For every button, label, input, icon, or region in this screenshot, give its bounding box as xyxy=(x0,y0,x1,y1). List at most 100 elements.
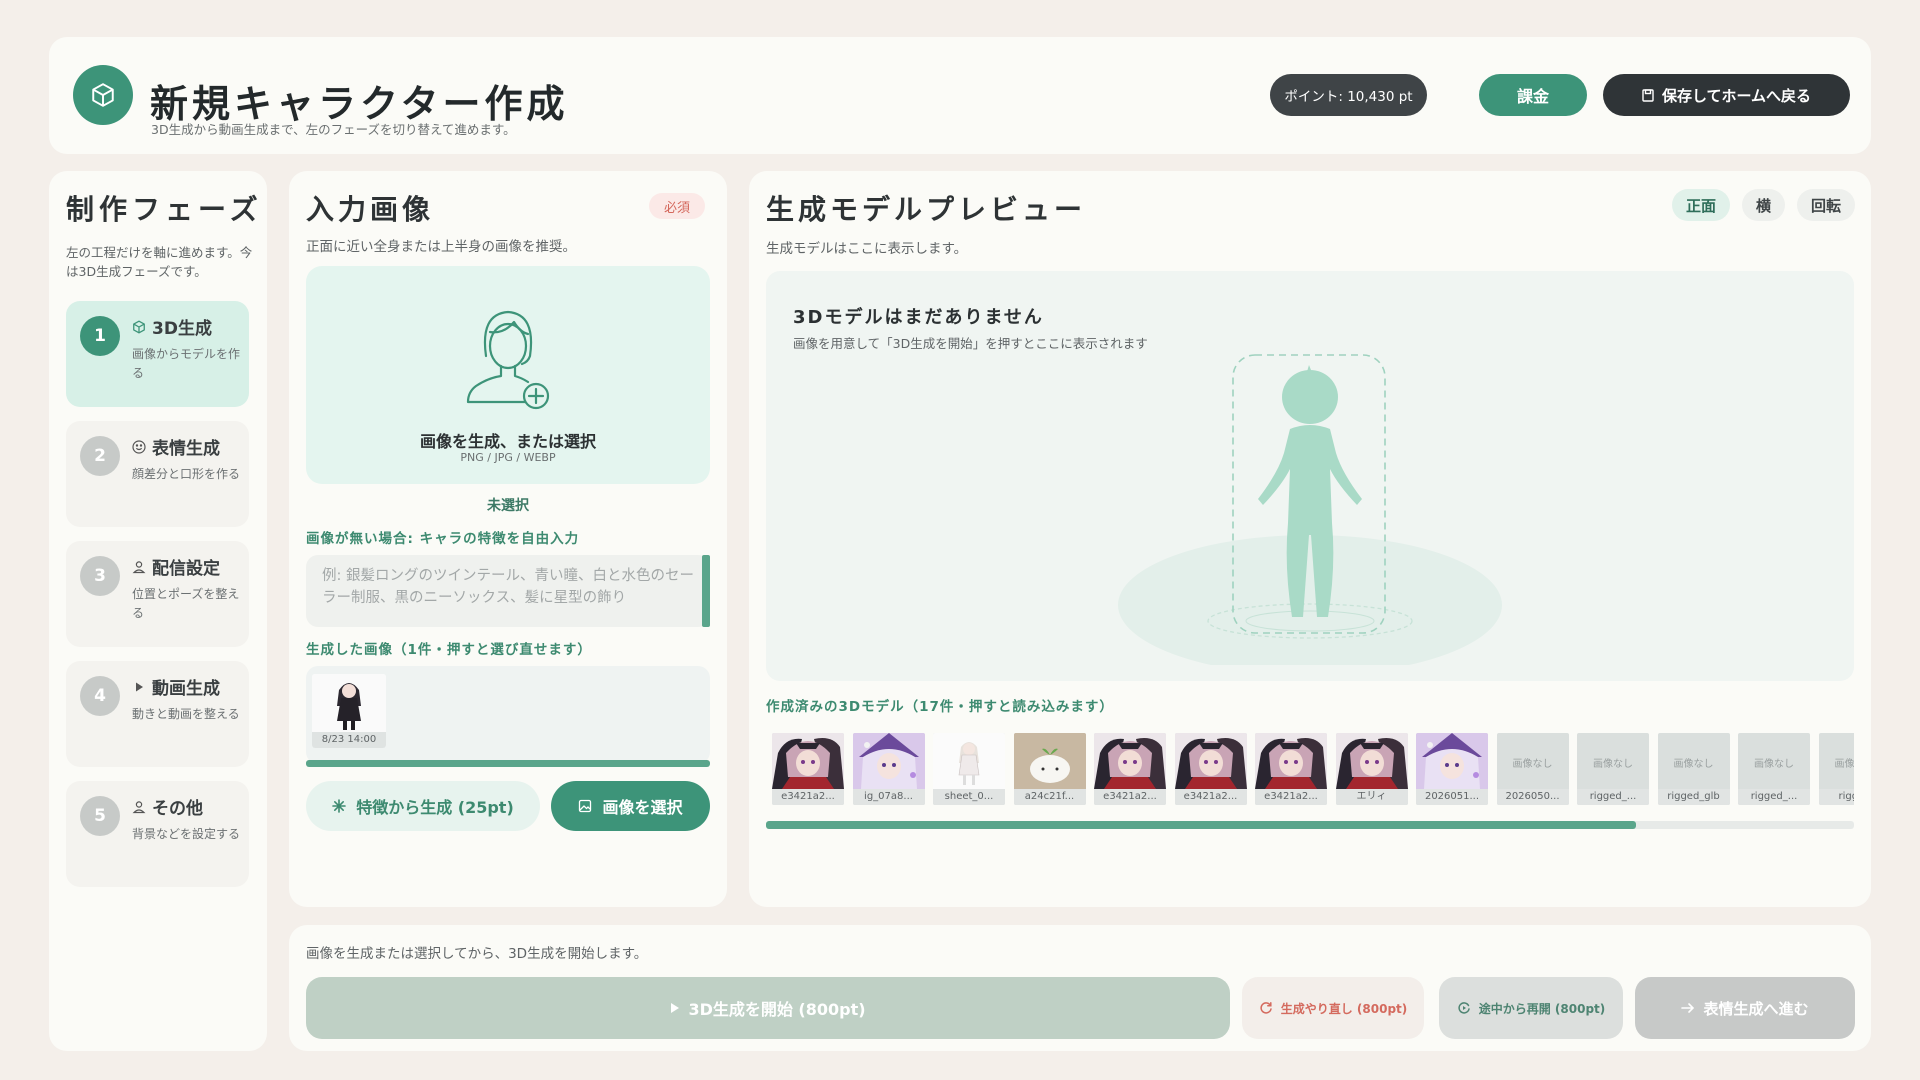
resume-label: 途中から再開 (800pt) xyxy=(1478,1001,1606,1016)
saved-model-thumb[interactable]: e3421a2... xyxy=(772,733,844,805)
phase-name-row: 動画生成 xyxy=(132,674,220,699)
panel-description: 生成モデルはここに表示します。 xyxy=(766,241,968,257)
generated-images-label: 生成した画像（1件・押すと選び直せます） xyxy=(306,642,592,658)
cube-icon xyxy=(73,65,133,125)
points-label: ポイント: 10,430 pt xyxy=(1284,89,1413,105)
saved-model-thumb[interactable]: 2026051... xyxy=(1416,733,1488,805)
phase-description: 画像からモデルを作る xyxy=(132,347,241,380)
model-caption: rigged_... xyxy=(1577,789,1649,805)
model-caption: 2026050... xyxy=(1496,789,1569,805)
refresh-icon xyxy=(1259,1001,1273,1015)
play-icon xyxy=(670,1002,680,1014)
model-caption: ig_07a8... xyxy=(852,789,925,805)
phase-name: 3D生成 xyxy=(152,319,212,339)
phase-name-row: 3D生成 xyxy=(132,314,212,339)
phase-item-stream-settings[interactable]: 3 配信設定 位置とポーズを整える xyxy=(66,541,249,647)
model-caption: sheet_0... xyxy=(933,789,1005,805)
charge-button[interactable]: 課金 xyxy=(1479,74,1587,116)
resume-icon xyxy=(1457,1001,1471,1015)
phase-description: 顔差分と口形を作る xyxy=(132,467,241,481)
model-caption: rigged_glb xyxy=(1657,789,1730,805)
resume-button[interactable]: 途中から再開 (800pt) xyxy=(1439,977,1623,1039)
points-badge: ポイント: 10,430 pt xyxy=(1270,74,1427,116)
saved-model-thumb[interactable]: e3421a2... xyxy=(1094,733,1166,805)
models-scroll-track[interactable] xyxy=(766,821,1854,829)
generate-from-features-button[interactable]: 特徴から生成 (25pt) xyxy=(306,781,540,831)
regenerate-label: 生成やり直し (800pt) xyxy=(1280,1001,1408,1016)
saved-model-thumb[interactable]: 画像なし rigged_... xyxy=(1577,733,1649,805)
model-caption: rigged xyxy=(1818,789,1854,805)
phase-name: その他 xyxy=(152,799,203,819)
phase-name-row: 表情生成 xyxy=(132,434,220,459)
save-home-label: 保存してホームへ戻る xyxy=(1661,86,1812,105)
saved-model-thumb[interactable]: 画像なし 2026050... xyxy=(1496,733,1569,805)
charge-label: 課金 xyxy=(1516,87,1549,106)
saved-model-thumb[interactable]: sheet_0... xyxy=(933,733,1005,805)
no-image-label: 画像なし xyxy=(1593,759,1633,770)
save-and-home-button[interactable]: 保存してホームへ戻る xyxy=(1603,74,1850,116)
action-footer: 画像を生成または選択してから、3D生成を開始します。 3D生成を開始 (800p… xyxy=(289,925,1871,1051)
models-scroll-thumb[interactable] xyxy=(766,821,1637,829)
drop-label: 画像を生成、または選択 xyxy=(419,432,596,451)
feature-placeholder: 例: 銀髪ロングのツインテール、青い瞳、白と水色のセーラー制服、黒のニーソックス… xyxy=(322,568,694,606)
panel-description: 正面に近い全身または上半身の画像を推奨。 xyxy=(306,239,576,255)
panel-title: 生成モデルプレビュー xyxy=(766,193,1087,226)
phase-item-video[interactable]: 4 動画生成 動きと動画を整える xyxy=(66,661,249,767)
saved-model-thumb[interactable]: 画像なし rigged_glb xyxy=(1657,733,1730,805)
cube-icon xyxy=(132,320,146,334)
phase-item-3d[interactable]: 1 3D生成 画像からモデルを作る xyxy=(66,301,249,407)
phase-number: 4 xyxy=(80,676,120,716)
drop-formats: PNG / JPG / WEBP xyxy=(460,451,556,464)
generated-image-thumb[interactable]: 8/23 14:00 xyxy=(312,674,386,748)
tab-rotate[interactable]: 回転 xyxy=(1796,189,1855,221)
next-expression-label: 表情生成へ進む xyxy=(1703,999,1809,1018)
next-expression-button[interactable]: 表情生成へ進む xyxy=(1635,977,1855,1039)
feature-textarea[interactable]: 例: 銀髪ロングのツインテール、青い瞳、白と水色のセーラー制服、黒のニーソックス… xyxy=(306,555,710,627)
selection-status: 未選択 xyxy=(487,498,529,514)
placeholder-figure xyxy=(1118,354,1502,665)
tab-side[interactable]: 横 xyxy=(1741,189,1785,221)
start-3d-button[interactable]: 3D生成を開始 (800pt) xyxy=(306,977,1230,1039)
tab-front[interactable]: 正面 xyxy=(1671,189,1730,221)
phase-number: 1 xyxy=(80,316,120,356)
add-person-icon xyxy=(458,304,558,414)
saved-model-thumb[interactable]: ig_07a8... xyxy=(852,733,925,805)
model-caption: 2026051... xyxy=(1416,789,1488,805)
phase-name-row: 配信設定 xyxy=(132,554,220,579)
phase-name: 表情生成 xyxy=(152,439,220,459)
no-image-label: 画像なし xyxy=(1512,759,1553,770)
no-image-label: 画像なし xyxy=(1834,759,1855,770)
saved-model-thumb[interactable]: 画像なし rigged xyxy=(1818,733,1855,805)
generated-strip-scrollbar[interactable] xyxy=(306,760,710,767)
model-caption: e3421a2... xyxy=(772,789,844,805)
saved-model-thumb[interactable]: e3421a2... xyxy=(1174,733,1247,805)
phase-name-row: その他 xyxy=(132,794,203,819)
model-preview-stage[interactable]: 3Dモデルはまだありません 画像を用意して「3D生成を開始」を押すとここに表示さ… xyxy=(766,271,1854,681)
saved-model-thumb[interactable]: e3421a2... xyxy=(1255,733,1327,805)
arrow-right-icon xyxy=(1681,1002,1695,1014)
app-header: 新規キャラクター作成 3D生成から動画生成まで、左のフェーズを切り替えて進めます… xyxy=(49,37,1871,154)
no-image-label: 画像なし xyxy=(1673,759,1714,770)
save-icon xyxy=(1642,88,1654,102)
phase-description: 動きと動画を整える xyxy=(132,707,240,721)
model-caption: e3421a2... xyxy=(1094,789,1166,805)
panel-title: 入力画像 xyxy=(306,193,435,226)
saved-model-thumb[interactable]: エリィ xyxy=(1335,733,1408,805)
phase-item-expression[interactable]: 2 表情生成 顔差分と口形を作る xyxy=(66,421,249,527)
textarea-scrollbar[interactable] xyxy=(702,555,710,627)
empty-state-title: 3Dモデルはまだありません xyxy=(793,307,1044,328)
phase-item-other[interactable]: 5 その他 背景などを設定する xyxy=(66,781,249,887)
select-image-button[interactable]: 画像を選択 xyxy=(551,781,710,831)
phase-description: 位置とポーズを整える xyxy=(132,587,240,620)
page-subtitle: 3D生成から動画生成まで、左のフェーズを切り替えて進めます。 xyxy=(151,122,516,137)
image-drop-zone[interactable]: 画像を生成、または選択 PNG / JPG / WEBP xyxy=(306,266,710,484)
regenerate-button[interactable]: 生成やり直し (800pt) xyxy=(1242,977,1424,1039)
thumb-caption: 8/23 14:00 xyxy=(312,732,386,748)
model-caption: a24c21f... xyxy=(1013,789,1086,805)
empty-state-description: 画像を用意して「3D生成を開始」を押すとここに表示されます xyxy=(793,336,1148,351)
model-preview-panel: 生成モデルプレビュー 正面 横 回転 生成モデルはここに表示します。 3Dモデル… xyxy=(749,171,1871,907)
saved-model-thumb[interactable]: a24c21f... xyxy=(1013,733,1086,805)
generate-from-features-label: 特徴から生成 (25pt) xyxy=(356,798,514,817)
phase-number: 3 xyxy=(80,556,120,596)
saved-model-thumb[interactable]: 画像なし rigged_... xyxy=(1738,733,1810,805)
